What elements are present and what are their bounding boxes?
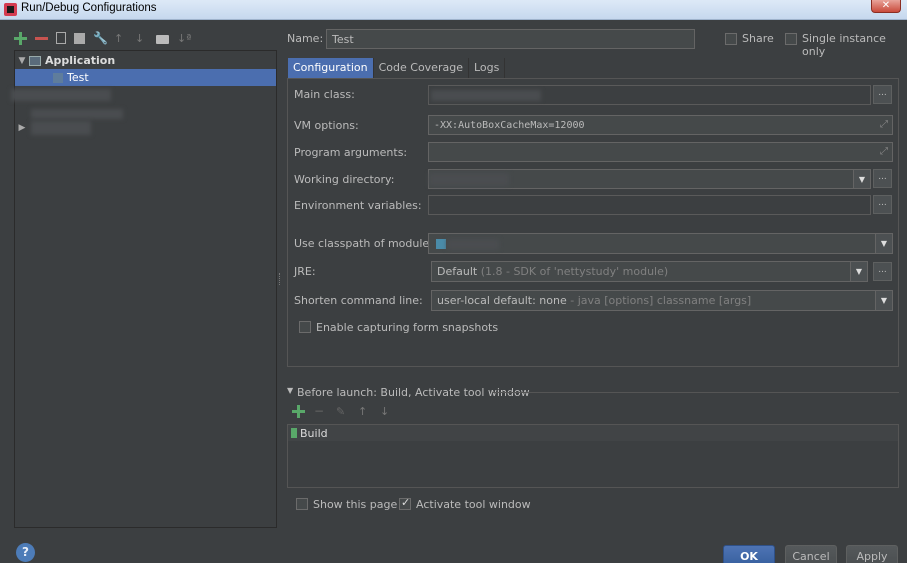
tree-item-application[interactable]: ▼ Application <box>15 52 276 69</box>
name-input[interactable]: Test <box>326 29 695 49</box>
application-icon <box>29 55 41 66</box>
window-title: Run/Debug Configurations <box>21 2 157 14</box>
share-checkbox[interactable] <box>725 33 737 45</box>
snapshots-checkbox[interactable] <box>299 321 311 333</box>
vm-options-label: VM options: <box>294 119 359 132</box>
name-value: Test <box>332 32 354 46</box>
before-launch-toolbar: − ✎ ↑ ↓ <box>292 405 393 418</box>
remove-icon[interactable] <box>35 32 48 45</box>
tab-logs[interactable]: Logs <box>469 58 506 78</box>
env-vars-label: Environment variables: <box>294 199 422 212</box>
main-class-label: Main class: <box>294 88 355 101</box>
vm-options-value: -XX:AutoBoxCacheMax=12000 <box>434 119 585 131</box>
copy-icon[interactable] <box>56 32 66 44</box>
save-icon[interactable] <box>74 32 85 44</box>
blurred-tree-item <box>31 121 91 135</box>
activate-tool-window-checkbox[interactable] <box>399 496 411 510</box>
expand-icon[interactable]: ⤢ <box>880 119 888 130</box>
jre-browse-button[interactable]: ... <box>873 262 892 281</box>
before-launch-item-label: Build <box>300 426 328 440</box>
jre-value: Default <box>437 265 478 278</box>
move-down-icon[interactable]: ↓ <box>135 32 148 45</box>
classpath-module-combo[interactable]: ▼ <box>428 233 893 254</box>
working-dir-combo[interactable]: ▼ <box>428 169 871 189</box>
blurred-tree-item <box>11 89 111 101</box>
collapsed-caret-icon[interactable]: ▶ <box>15 123 29 133</box>
tree-item-test[interactable]: Test <box>15 69 276 86</box>
build-icon <box>291 428 297 438</box>
cancel-button[interactable]: Cancel <box>785 545 837 563</box>
main-class-browse-button[interactable]: ... <box>873 85 892 104</box>
shorten-cmd-label: Shorten command line: <box>294 294 423 307</box>
main-class-input[interactable] <box>428 85 871 105</box>
ok-button[interactable]: OK <box>723 545 775 563</box>
activate-tool-window-label: Activate tool window <box>416 498 531 511</box>
remove-task-icon[interactable]: − <box>314 405 327 418</box>
blurred-value <box>429 173 509 186</box>
splitter-handle[interactable] <box>279 273 281 285</box>
sort-icon[interactable]: ↓ª <box>177 32 191 45</box>
divider <box>492 392 899 393</box>
shorten-cmd-value: user-local default: none <box>437 294 567 307</box>
add-icon[interactable] <box>14 31 27 45</box>
program-args-input[interactable]: ⤢ <box>428 142 893 162</box>
shorten-cmd-combo[interactable]: user-local default: none - java [options… <box>431 290 893 311</box>
dropdown-arrow-icon[interactable]: ▼ <box>875 291 892 310</box>
close-button[interactable]: ✕ <box>871 0 901 13</box>
run-config-icon <box>53 72 63 83</box>
env-vars-input[interactable] <box>428 195 871 215</box>
working-dir-browse-button[interactable]: ... <box>873 169 892 188</box>
intellij-app-icon <box>4 3 17 16</box>
apply-button[interactable]: Apply <box>846 545 898 563</box>
tree-item-label: Test <box>67 71 89 84</box>
edit-task-icon[interactable]: ✎ <box>336 405 349 418</box>
single-instance-checkbox[interactable] <box>785 33 797 45</box>
tree-item-label: Application <box>45 54 116 67</box>
show-page-checkbox[interactable] <box>296 498 308 510</box>
blurred-value <box>431 90 541 101</box>
folder-icon[interactable] <box>156 34 169 44</box>
tab-code-coverage[interactable]: Code Coverage <box>374 58 469 78</box>
help-icon[interactable]: ? <box>16 543 35 562</box>
dropdown-arrow-icon[interactable]: ▼ <box>875 234 892 253</box>
title-bar: Run/Debug Configurations ✕ <box>0 0 907 20</box>
env-vars-browse-button[interactable]: ... <box>873 195 892 214</box>
classpath-module-label: Use classpath of module <box>294 237 430 250</box>
jre-combo[interactable]: Default (1.8 - SDK of 'nettystudy' modul… <box>431 261 868 282</box>
config-toolbar: 🔧 ↑ ↓ ↓ª <box>14 28 191 48</box>
move-up-icon[interactable]: ↑ <box>114 32 127 45</box>
before-launch-item[interactable]: Build <box>288 425 898 441</box>
expand-icon[interactable]: ⤢ <box>880 146 888 157</box>
vm-options-input[interactable]: -XX:AutoBoxCacheMax=12000 ⤢ <box>428 115 893 135</box>
share-label: Share <box>742 32 774 45</box>
name-label: Name: <box>287 32 324 45</box>
move-task-up-icon[interactable]: ↑ <box>358 405 371 418</box>
wrench-icon[interactable]: 🔧 <box>93 31 108 45</box>
dropdown-arrow-icon[interactable]: ▼ <box>853 170 870 188</box>
jre-hint: (1.8 - SDK of 'nettystudy' module) <box>480 265 669 278</box>
tab-configuration[interactable]: Configuration <box>288 58 374 78</box>
snapshots-label: Enable capturing form snapshots <box>316 321 499 334</box>
shorten-cmd-hint: - java [options] classname [args] <box>570 294 752 307</box>
single-instance-label: Single instance only <box>802 32 886 58</box>
program-args-label: Program arguments: <box>294 146 408 159</box>
module-icon <box>436 239 446 249</box>
add-task-icon[interactable] <box>292 405 305 418</box>
jre-label: JRE: <box>294 265 316 278</box>
move-task-down-icon[interactable]: ↓ <box>380 405 393 418</box>
blurred-tree-item <box>31 109 123 119</box>
before-launch-caret-icon[interactable]: ▼ <box>287 386 293 395</box>
config-tree[interactable]: ▼ Application Test ▶ <box>11 50 277 528</box>
working-dir-label: Working directory: <box>294 173 395 186</box>
config-tabs: Configuration Code Coverage Logs <box>288 58 506 78</box>
blurred-value <box>447 239 499 250</box>
dropdown-arrow-icon[interactable]: ▼ <box>850 262 867 281</box>
expand-caret-icon[interactable]: ▼ <box>15 56 29 66</box>
show-page-label: Show this page <box>313 498 398 511</box>
